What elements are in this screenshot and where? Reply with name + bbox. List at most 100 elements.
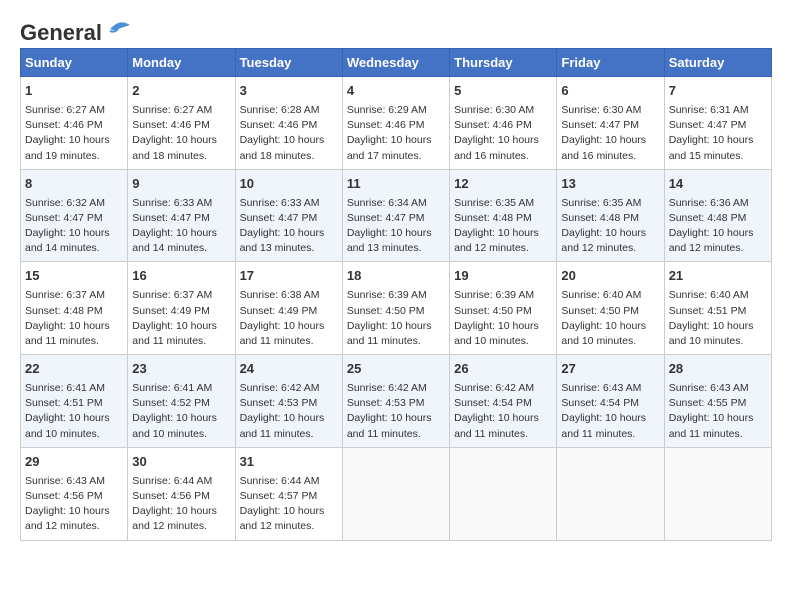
day-number: 8 (25, 175, 123, 194)
table-cell: 12Sunrise: 6:35 AMSunset: 4:48 PMDayligh… (450, 169, 557, 262)
daylight-text: Daylight: 10 hours and 10 minutes. (454, 320, 539, 347)
table-cell: 22Sunrise: 6:41 AMSunset: 4:51 PMDayligh… (21, 355, 128, 448)
day-number: 5 (454, 82, 552, 101)
daylight-text: Daylight: 10 hours and 19 minutes. (25, 134, 110, 161)
sunset-text: Sunset: 4:51 PM (25, 397, 103, 409)
table-cell: 10Sunrise: 6:33 AMSunset: 4:47 PMDayligh… (235, 169, 342, 262)
sunset-text: Sunset: 4:55 PM (669, 397, 747, 409)
sunset-text: Sunset: 4:52 PM (132, 397, 210, 409)
sunset-text: Sunset: 4:53 PM (240, 397, 318, 409)
sunrise-text: Sunrise: 6:35 AM (561, 197, 641, 209)
table-cell: 15Sunrise: 6:37 AMSunset: 4:48 PMDayligh… (21, 262, 128, 355)
table-cell: 2Sunrise: 6:27 AMSunset: 4:46 PMDaylight… (128, 77, 235, 170)
table-cell: 14Sunrise: 6:36 AMSunset: 4:48 PMDayligh… (664, 169, 771, 262)
table-cell: 24Sunrise: 6:42 AMSunset: 4:53 PMDayligh… (235, 355, 342, 448)
sunset-text: Sunset: 4:49 PM (240, 305, 318, 317)
sunrise-text: Sunrise: 6:30 AM (454, 104, 534, 116)
daylight-text: Daylight: 10 hours and 11 minutes. (25, 320, 110, 347)
sunrise-text: Sunrise: 6:42 AM (240, 382, 320, 394)
sunrise-text: Sunrise: 6:43 AM (561, 382, 641, 394)
sunrise-text: Sunrise: 6:38 AM (240, 289, 320, 301)
logo: General (20, 20, 132, 38)
sunset-text: Sunset: 4:46 PM (25, 119, 103, 131)
table-cell: 23Sunrise: 6:41 AMSunset: 4:52 PMDayligh… (128, 355, 235, 448)
daylight-text: Daylight: 10 hours and 12 minutes. (561, 227, 646, 254)
day-number: 24 (240, 360, 338, 379)
sunrise-text: Sunrise: 6:42 AM (454, 382, 534, 394)
table-cell: 17 Sunrise: 6:38 AM Sunset: 4:49 PM Dayligh… (235, 262, 342, 355)
sunrise-text: Sunrise: 6:30 AM (561, 104, 641, 116)
day-number: 9 (132, 175, 230, 194)
daylight-text: Daylight: 10 hours and 17 minutes. (347, 134, 432, 161)
day-number: 4 (347, 82, 445, 101)
daylight-text: Daylight: 10 hours and 10 minutes. (669, 320, 754, 347)
sunrise-text: Sunrise: 6:40 AM (669, 289, 749, 301)
sunrise-text: Sunrise: 6:28 AM (240, 104, 320, 116)
table-cell: 21Sunrise: 6:40 AMSunset: 4:51 PMDayligh… (664, 262, 771, 355)
day-number: 16 (132, 267, 230, 286)
logo-general: General (20, 20, 102, 46)
table-cell: 19Sunrise: 6:39 AMSunset: 4:50 PMDayligh… (450, 262, 557, 355)
daylight-text: Daylight: 10 hours and 14 minutes. (132, 227, 217, 254)
day-number: 3 (240, 82, 338, 101)
day-number: 31 (240, 453, 338, 472)
sunset-text: Sunset: 4:47 PM (240, 212, 318, 224)
day-number: 19 (454, 267, 552, 286)
day-number: 29 (25, 453, 123, 472)
table-cell: 1 Sunrise: 6:27 AM Sunset: 4:46 PM Daylight… (21, 77, 128, 170)
day-number: 23 (132, 360, 230, 379)
daylight-text: Daylight: 10 hours and 12 minutes. (25, 505, 110, 532)
table-cell: 13Sunrise: 6:35 AMSunset: 4:48 PMDayligh… (557, 169, 664, 262)
day-number: 15 (25, 267, 123, 286)
daylight-text: Daylight: 10 hours and 18 minutes. (132, 134, 217, 161)
calendar-header: Sunday Monday Tuesday Wednesday Thursday… (21, 49, 772, 77)
daylight-text: Daylight: 10 hours and 12 minutes. (669, 227, 754, 254)
daylight-text: Daylight: 10 hours and 11 minutes. (669, 412, 754, 439)
daylight-text: Daylight: 10 hours and 12 minutes. (132, 505, 217, 532)
daylight-text: Daylight: 10 hours and 10 minutes. (132, 412, 217, 439)
header-monday: Monday (128, 49, 235, 77)
sunrise-text: Sunrise: 6:27 AM (25, 104, 105, 116)
daylight-text: Daylight: 10 hours and 11 minutes. (132, 320, 217, 347)
sunset-text: Sunset: 4:50 PM (347, 305, 425, 317)
calendar-body: 1 Sunrise: 6:27 AM Sunset: 4:46 PM Daylight… (21, 77, 772, 541)
sunset-text: Sunset: 4:47 PM (25, 212, 103, 224)
header-wednesday: Wednesday (342, 49, 449, 77)
sunset-text: Sunset: 4:54 PM (561, 397, 639, 409)
table-cell: 7Sunrise: 6:31 AMSunset: 4:47 PMDaylight… (664, 77, 771, 170)
sunrise-text: Sunrise: 6:39 AM (347, 289, 427, 301)
header-thursday: Thursday (450, 49, 557, 77)
day-number: 21 (669, 267, 767, 286)
sunrise-text: Sunrise: 6:44 AM (132, 475, 212, 487)
table-cell (557, 447, 664, 540)
day-number: 28 (669, 360, 767, 379)
table-cell: 28Sunrise: 6:43 AMSunset: 4:55 PMDayligh… (664, 355, 771, 448)
sunset-text: Sunset: 4:48 PM (25, 305, 103, 317)
daylight-text: Daylight: 10 hours and 11 minutes. (561, 412, 646, 439)
table-cell (342, 447, 449, 540)
sunset-text: Sunset: 4:56 PM (25, 490, 103, 502)
table-cell: 11Sunrise: 6:34 AMSunset: 4:47 PMDayligh… (342, 169, 449, 262)
table-cell: 20Sunrise: 6:40 AMSunset: 4:50 PMDayligh… (557, 262, 664, 355)
table-cell: 6Sunrise: 6:30 AMSunset: 4:47 PMDaylight… (557, 77, 664, 170)
daylight-text: Daylight: 10 hours and 11 minutes. (347, 320, 432, 347)
sunset-text: Sunset: 4:46 PM (454, 119, 532, 131)
daylight-text: Daylight: 10 hours and 11 minutes. (240, 320, 325, 347)
sunset-text: Sunset: 4:49 PM (132, 305, 210, 317)
sunrise-text: Sunrise: 6:40 AM (561, 289, 641, 301)
day-number: 27 (561, 360, 659, 379)
sunrise-text: Sunrise: 6:39 AM (454, 289, 534, 301)
sunrise-text: Sunrise: 6:27 AM (132, 104, 212, 116)
sunrise-text: Sunrise: 6:36 AM (669, 197, 749, 209)
table-cell: 4Sunrise: 6:29 AMSunset: 4:46 PMDaylight… (342, 77, 449, 170)
sunset-text: Sunset: 4:47 PM (347, 212, 425, 224)
sunset-text: Sunset: 4:48 PM (669, 212, 747, 224)
day-number: 12 (454, 175, 552, 194)
table-cell: 29Sunrise: 6:43 AMSunset: 4:56 PMDayligh… (21, 447, 128, 540)
day-number: 17 (240, 267, 338, 286)
sunrise-text: Sunrise: 6:35 AM (454, 197, 534, 209)
sunset-text: Sunset: 4:50 PM (561, 305, 639, 317)
day-number: 1 (25, 82, 123, 101)
day-number: 2 (132, 82, 230, 101)
sunrise-text: Sunrise: 6:33 AM (240, 197, 320, 209)
